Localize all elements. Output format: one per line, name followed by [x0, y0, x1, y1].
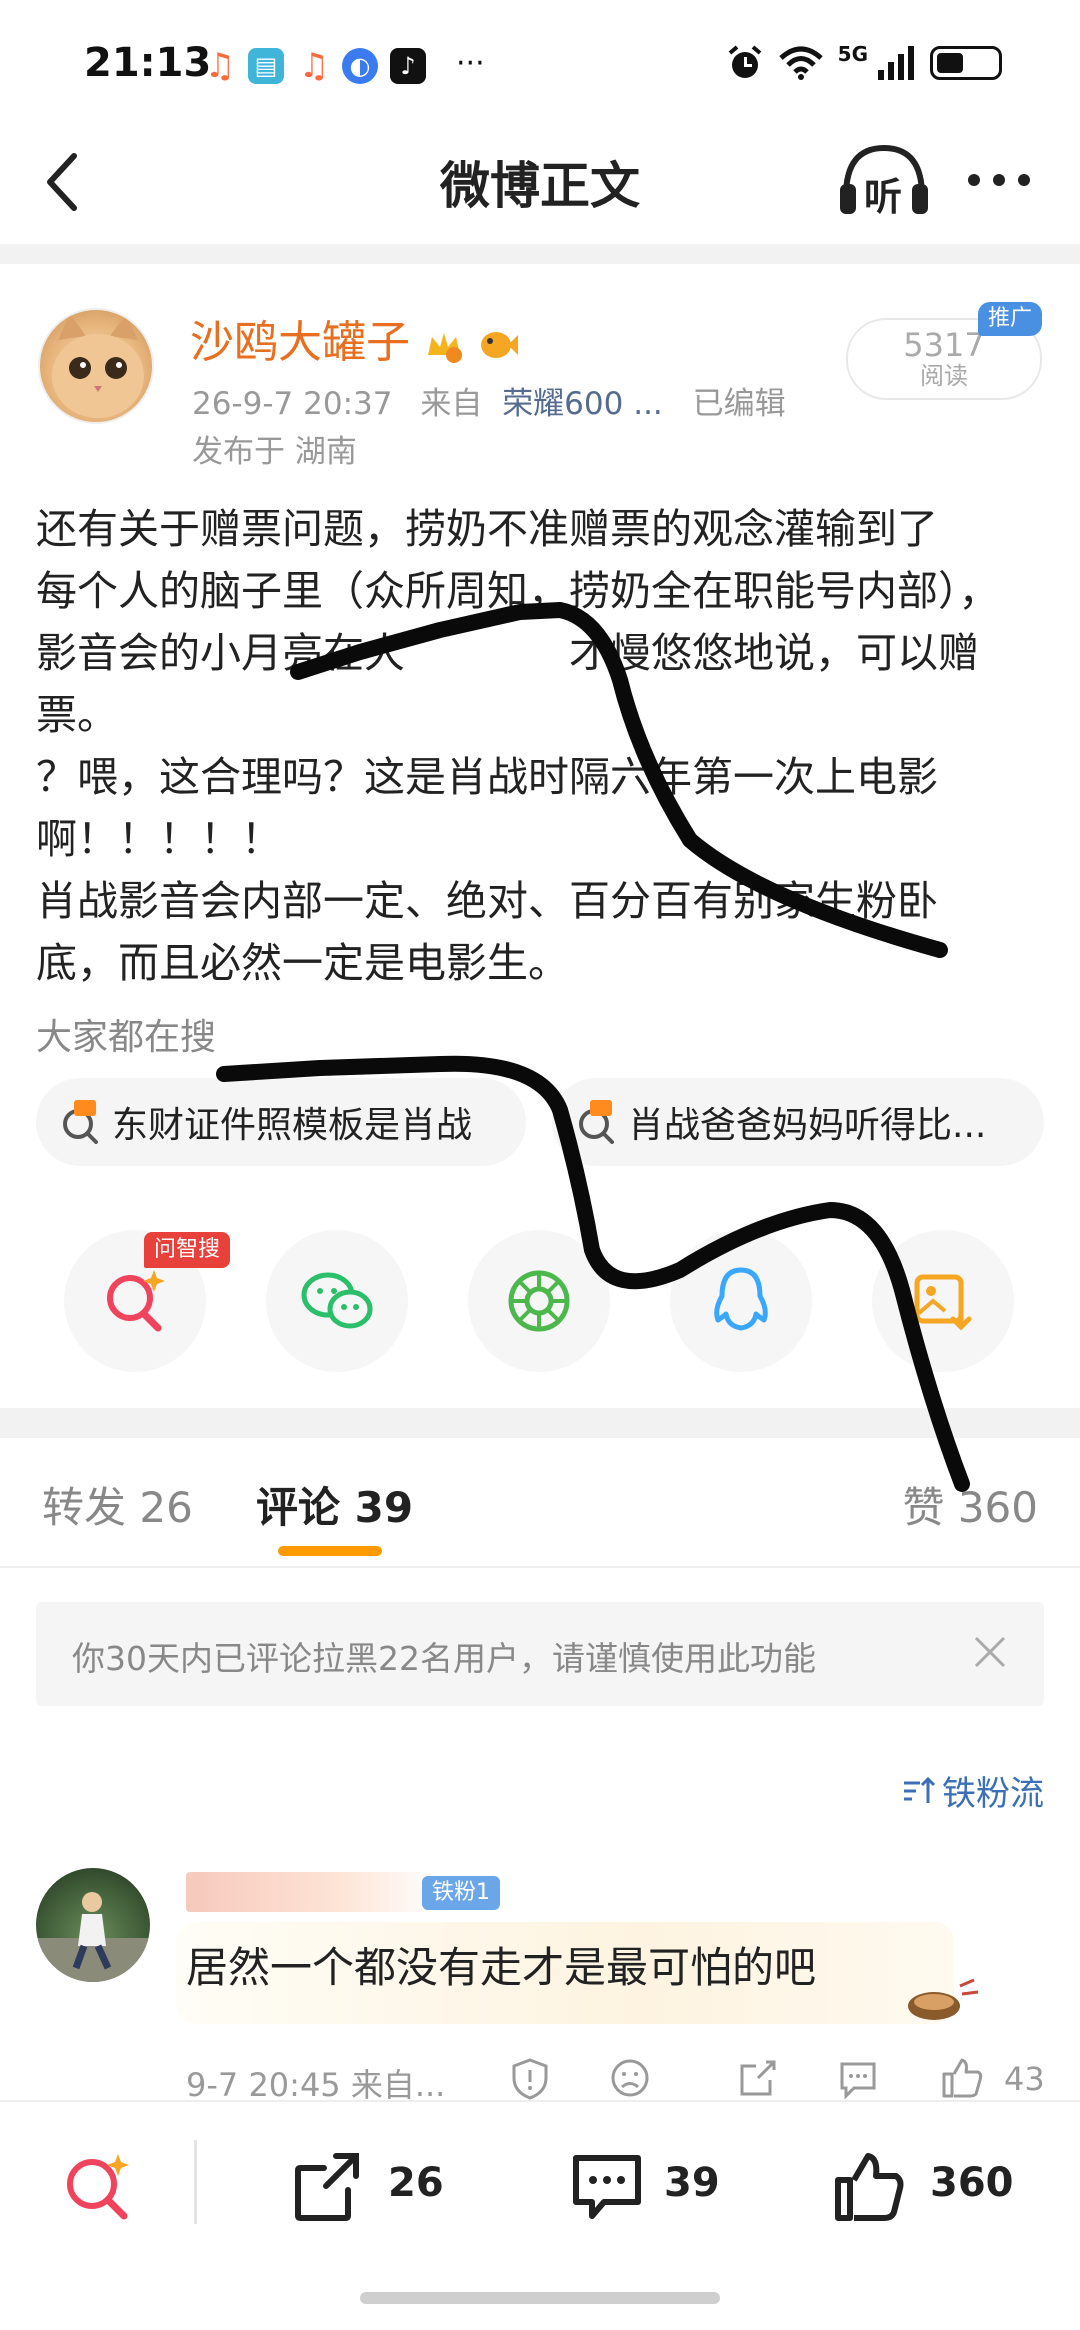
author-avatar[interactable]: [38, 308, 154, 424]
network-type: 5G: [837, 42, 868, 66]
commenter-avatar[interactable]: [36, 1868, 150, 1982]
status-time: 21:13: [84, 40, 212, 86]
status-right-group: 5G: [726, 42, 1002, 82]
post-location: 发布于 湖南: [192, 434, 357, 470]
search-chip-1[interactable]: 东财证件照模板是肖战: [36, 1078, 526, 1166]
ai-search-bottom-icon[interactable]: [60, 2150, 134, 2224]
post-timestamp: 26-9-7 20:37: [192, 386, 393, 422]
tiktok-app-icon: ♪: [390, 48, 426, 84]
home-indicator[interactable]: [360, 2292, 720, 2304]
bubble-decoration-icon: [908, 1978, 979, 2020]
search-chip-1-label: 东财证件照模板是肖战: [112, 1105, 473, 1146]
commenter-avatar-image: [36, 1892, 150, 1982]
dislike-icon[interactable]: [608, 2056, 652, 2100]
reply-icon[interactable]: [836, 2056, 880, 2100]
author-name[interactable]: 沙鸥大罐子: [190, 306, 520, 370]
edited-label[interactable]: 已编辑: [693, 386, 786, 422]
like-icon[interactable]: [832, 2150, 906, 2224]
comment-count: 39: [664, 2160, 720, 2206]
sort-icon: [904, 1776, 936, 1803]
tab-repost[interactable]: 转发 26: [42, 1474, 193, 1535]
report-icon[interactable]: [508, 2056, 552, 2100]
post-meta: 26-9-7 20:37 来自 荣耀600 ... 已编辑: [192, 378, 786, 423]
block-notice: 你30天内已评论拉黑22名用户，请谨慎使用此功能: [36, 1602, 1044, 1706]
ask-ai-badge: 问智搜: [144, 1232, 231, 1268]
alarm-icon: [728, 45, 761, 78]
save-image-icon: [914, 1274, 972, 1331]
comment-like-count: 43: [1004, 2060, 1045, 2098]
music-app-icon-2: ♫: [298, 46, 330, 86]
tabs-divider: [0, 1566, 1080, 1568]
sort-toggle[interactable]: 铁粉流: [900, 1766, 1044, 1815]
promo-badge: 推广: [978, 302, 1042, 336]
hot-search-icon: [574, 1100, 618, 1144]
repost-icon[interactable]: [290, 2150, 364, 2224]
cat-avatar-image: [52, 314, 144, 418]
ai-search-icon: [107, 1270, 165, 1332]
commenter-name-redacted[interactable]: [186, 1872, 440, 1912]
active-tab-indicator: [278, 1546, 382, 1556]
listen-label: 听: [864, 175, 903, 219]
tab-comment[interactable]: 评论 39: [256, 1474, 413, 1535]
post-source[interactable]: 荣耀600 ...: [502, 386, 663, 422]
like-count: 360: [930, 2160, 1014, 2206]
comment-text[interactable]: 居然一个都没有走才是最可怕的吧: [186, 1934, 816, 1995]
trending-search-title: 大家都在搜: [36, 1017, 217, 1058]
book-app-icon: ▤: [248, 48, 284, 84]
read-label: 阅读: [920, 362, 968, 390]
close-icon[interactable]: [970, 1632, 1010, 1672]
fish-badge-icon: [478, 325, 520, 365]
more-icon[interactable]: [964, 160, 1034, 200]
battery-icon: [930, 46, 1002, 80]
sort-label: 铁粉流: [942, 1774, 1044, 1814]
block-notice-text: 你30天内已评论拉黑22名用户，请谨慎使用此功能: [72, 1639, 816, 1678]
crown-badge-icon: [424, 325, 464, 365]
tab-like[interactable]: 赞 360: [902, 1474, 1038, 1535]
status-more: ···: [456, 46, 485, 81]
fan-level-badge: 铁粉1: [422, 1876, 500, 1910]
repost-count: 26: [388, 2160, 444, 2206]
search-chip-2-label: 肖战爸爸妈妈听得比...: [628, 1105, 987, 1146]
signal-icon: [878, 46, 914, 80]
qq-icon: [714, 1267, 768, 1331]
wechat-icon: [301, 1272, 373, 1329]
listen-button[interactable]: 听: [836, 140, 932, 220]
post-body: 还有关于赠票问题，捞奶不准赠票的观念灌输到了 每个人的脑子里（众所周知，捞奶全在…: [36, 505, 1000, 987]
section-divider: [0, 244, 1080, 264]
section-divider-2: [0, 1408, 1080, 1438]
author-name-text: 沙鸥大罐子: [190, 317, 410, 368]
wifi-icon: [778, 46, 823, 80]
music-app-icon: ♫: [204, 46, 236, 86]
share-wechat-button[interactable]: [266, 1230, 408, 1372]
share-moments-button[interactable]: [468, 1230, 610, 1372]
screen: 21:13 ♫ ▤ ♫ ◐ ♪ ··· 5G 微博正文 听 沙鸥大罐子 26-9…: [0, 0, 1080, 2330]
source-prefix: 来自: [420, 386, 483, 422]
repost-comment-icon[interactable]: [736, 2056, 780, 2100]
browser-app-icon: ◐: [342, 48, 378, 84]
hot-search-icon: [58, 1100, 102, 1144]
search-chip-2[interactable]: 肖战爸爸妈妈听得比...: [552, 1078, 1044, 1166]
share-qq-button[interactable]: [670, 1230, 812, 1372]
save-image-button[interactable]: [872, 1230, 1014, 1372]
comment-icon[interactable]: [570, 2150, 644, 2224]
comment-like-icon[interactable]: [940, 2056, 984, 2100]
bottom-separator: [194, 2140, 197, 2224]
moments-icon: [508, 1270, 570, 1332]
